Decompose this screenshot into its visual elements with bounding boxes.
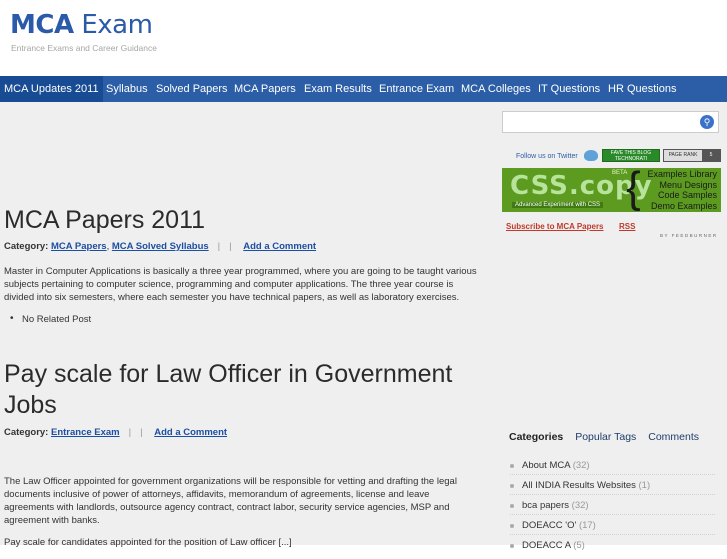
list-item[interactable]: DOEACC A (5) [510,539,720,559]
feedburner-label: BY FEEDBURNER [660,233,718,238]
site-logo[interactable]: MCA Exam [10,10,153,40]
category-link[interactable]: Entrance Exam [51,427,120,438]
rss-link[interactable]: RSS [619,222,635,231]
post-title[interactable]: MCA Papers 2011 [4,205,474,236]
pagerank-label: PAGE RANK [664,150,702,161]
search-icon[interactable]: ⚲ [700,115,714,129]
category-name[interactable]: About MCA [522,460,570,471]
twitter-bird-icon[interactable] [584,150,598,161]
add-comment-link[interactable]: Add a Comment [243,241,316,252]
main-nav: MCA Updates 2011 Syllabus Solved Papers … [0,76,727,102]
category-label: Category: [4,427,49,438]
csscopy-lines: Examples Library Menu Designs Code Sampl… [647,169,717,211]
category-list: About MCA (32) All INDIA Results Website… [510,459,720,559]
list-item[interactable]: DOEACC 'O' (17) [510,519,720,539]
subscribe-link[interactable]: Subscribe to MCA Papers [506,222,604,231]
category-count: (32) [572,460,590,471]
nav-item-entrance-exam[interactable]: Entrance Exam [379,76,454,102]
technorati-badge[interactable]: FAVE THIS BLOG TECHNORATI [602,149,660,162]
nav-item-hr-questions[interactable]: HR Questions [608,76,676,102]
tab-popular-tags[interactable]: Popular Tags [575,431,636,443]
category-name[interactable]: bca papers [522,500,569,511]
nav-item-exam-results[interactable]: Exam Results [304,76,372,102]
category-link[interactable]: MCA Papers [51,241,107,252]
tab-comments[interactable]: Comments [648,431,699,443]
pagerank-badge: PAGE RANK 5 [663,149,721,162]
category-count: (32) [571,500,589,511]
csscopy-line: Menu Designs [659,179,717,190]
post-meta: Category: MCA Papers, MCA Solved Syllabu… [4,241,317,252]
post-title[interactable]: Pay scale for Law Officer in Government … [4,359,474,421]
csscopy-line: Examples Library [647,169,717,179]
add-comment-link[interactable]: Add a Comment [154,427,227,438]
category-count: (5) [573,540,585,551]
category-name[interactable]: DOEACC A [522,540,571,551]
list-item[interactable]: About MCA (32) [510,459,720,479]
logo-bold: MCA [10,10,74,40]
csscopy-line: Code Samples [657,190,717,200]
category-name[interactable]: DOEACC 'O' [522,520,576,531]
pagerank-value: 5 [702,150,720,161]
category-link[interactable]: MCA Solved Syllabus [112,241,209,252]
follow-twitter-text[interactable]: Follow us on Twitter [516,153,578,160]
list-item[interactable]: bca papers (32) [510,499,720,519]
nav-item-mca-colleges[interactable]: MCA Colleges [461,76,531,102]
sidebar-tabs: Categories Popular Tags Comments [509,431,708,443]
sidebar: ⚲ Follow us on Twitter FAVE THIS BLOG TE… [500,102,727,551]
list-item[interactable]: All INDIA Results Websites (1) [510,479,720,499]
content-column: MCA Papers 2011 Category: MCA Papers, MC… [0,102,495,548]
logo-rest: Exam [73,10,153,40]
csscopy-line: Demo Examples [650,200,717,211]
category-count: (1) [638,480,651,491]
category-name[interactable]: All INDIA Results Websites [522,480,636,491]
post-excerpt: Master in Computer Applications is basic… [4,266,477,303]
csscopy-banner[interactable]: CSS.copy BETA Advanced Experiment with C… [502,168,721,212]
search-input[interactable]: ⚲ [502,111,719,133]
site-header: MCA Exam Entrance Exams and Career Guida… [0,0,727,74]
category-label: Category: [4,241,49,252]
csscopy-subtitle: Advanced Experiment with CSS [512,202,604,208]
post-meta: Category: Entrance Exam | | Add a Comment [4,427,228,438]
nav-item-solved-papers[interactable]: Solved Papers [156,76,228,102]
brace-icon: { [626,168,641,212]
nav-item-mca-updates[interactable]: MCA Updates 2011 [0,76,103,102]
related-post: No Related Post [10,313,91,325]
category-count: (17) [578,520,596,531]
nav-item-mca-papers[interactable]: MCA Papers [234,76,296,102]
nav-item-syllabus[interactable]: Syllabus [106,76,148,102]
tab-categories[interactable]: Categories [509,431,563,443]
csscopy-beta: BETA [612,170,628,176]
post-excerpt-more: Pay scale for candidates appointed for t… [4,537,292,548]
post-excerpt: The Law Officer appointed for government… [4,476,457,526]
site-tagline: Entrance Exams and Career Guidance [11,43,157,53]
nav-item-it-questions[interactable]: IT Questions [538,76,600,102]
